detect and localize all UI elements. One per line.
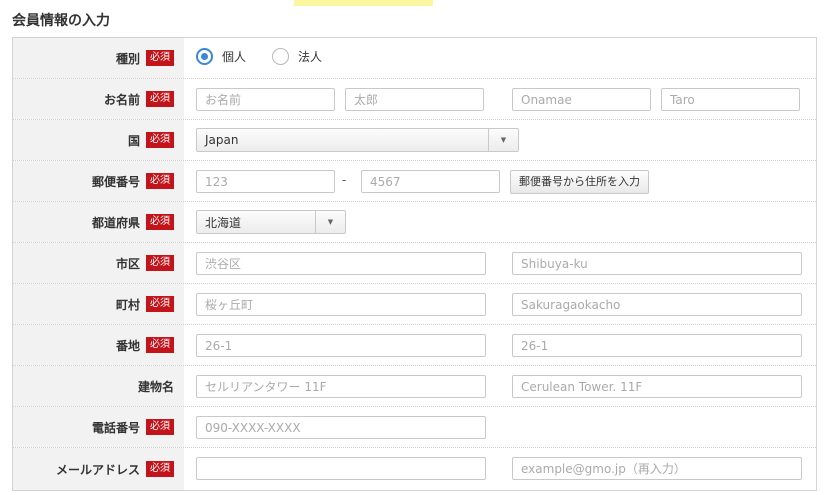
row-label: 市区 必須: [13, 243, 184, 283]
row-fields: [184, 366, 816, 406]
row-member-type: 種別 必須 個人 法人: [13, 38, 816, 79]
email-confirm-input[interactable]: [512, 457, 802, 480]
row-country: 国 必須 Japan ▼: [13, 120, 816, 161]
label-text: 国: [127, 133, 140, 148]
row-label: 国 必須: [13, 120, 184, 160]
required-badge: 必須: [146, 91, 174, 107]
label-text: 番地: [115, 338, 140, 353]
postal-code-part2-input[interactable]: [361, 170, 500, 193]
label-text: 郵便番号: [91, 174, 140, 189]
city-input[interactable]: [196, 252, 486, 275]
street-input[interactable]: [196, 334, 486, 357]
row-name: お名前 必須: [13, 79, 816, 120]
chevron-down-icon[interactable]: ▼: [315, 211, 345, 233]
last-name-roman-input[interactable]: [512, 88, 651, 111]
phone-input[interactable]: [196, 416, 486, 439]
town-input[interactable]: [196, 293, 486, 316]
label-text: 市区: [115, 256, 140, 271]
row-label: 電話番号 必須: [13, 407, 184, 447]
row-prefecture: 都道府県 必須 北海道 ▼: [13, 202, 816, 243]
postal-code-part1-input[interactable]: [196, 170, 335, 193]
row-label: メールアドレス 必須: [13, 448, 184, 490]
building-roman-input[interactable]: [512, 375, 802, 398]
row-postal-code: 郵便番号 必須 - 郵便番号から住所を入力: [13, 161, 816, 202]
required-badge: 必須: [146, 50, 174, 66]
first-name-roman-input[interactable]: [661, 88, 800, 111]
radio-label: 法人: [298, 50, 323, 64]
row-fields: - 郵便番号から住所を入力: [184, 161, 816, 201]
address-lookup-button[interactable]: 郵便番号から住所を入力: [510, 170, 649, 194]
row-street: 番地 必須: [13, 325, 816, 366]
label-text: 種別: [115, 51, 140, 66]
label-text: 建物名: [137, 379, 174, 394]
required-badge: 必須: [146, 132, 174, 148]
country-select[interactable]: Japan ▼: [196, 128, 519, 152]
row-email: メールアドレス 必須: [13, 448, 816, 490]
chevron-down-icon[interactable]: ▼: [488, 129, 518, 151]
required-badge: 必須: [146, 173, 174, 189]
radio-button[interactable]: [272, 48, 289, 65]
street-roman-input[interactable]: [512, 334, 802, 357]
row-fields: [184, 79, 816, 119]
postal-separator: -: [342, 173, 347, 187]
top-highlight-bar: [294, 0, 433, 6]
row-label: 建物名: [13, 366, 184, 406]
row-fields: [184, 325, 816, 365]
row-fields: 個人 法人: [184, 38, 816, 78]
row-fields: [184, 243, 816, 283]
page-title: 会員情報の入力: [12, 13, 110, 29]
row-label: お名前 必須: [13, 79, 184, 119]
row-building: 建物名: [13, 366, 816, 407]
required-badge: 必須: [146, 255, 174, 271]
row-label: 番地 必須: [13, 325, 184, 365]
prefecture-selected-value: 北海道: [205, 215, 242, 230]
country-selected-value: Japan: [205, 133, 239, 147]
row-fields: Japan ▼: [184, 120, 816, 160]
prefecture-select[interactable]: 北海道 ▼: [196, 210, 346, 234]
required-badge: 必須: [146, 296, 174, 312]
city-roman-input[interactable]: [512, 252, 802, 275]
row-phone: 電話番号 必須: [13, 407, 816, 448]
radio-corporation[interactable]: 法人: [272, 48, 322, 65]
label-text: 都道府県: [91, 215, 140, 230]
row-label: 都道府県 必須: [13, 202, 184, 242]
last-name-input[interactable]: [196, 88, 335, 111]
row-fields: 北海道 ▼: [184, 202, 816, 242]
required-badge: 必須: [146, 419, 174, 435]
row-label: 種別 必須: [13, 38, 184, 78]
town-roman-input[interactable]: [512, 293, 802, 316]
row-fields: [184, 407, 816, 447]
email-input[interactable]: [196, 457, 486, 480]
required-badge: 必須: [146, 337, 174, 353]
member-info-form: 種別 必須 個人 法人 お名前 必須 国: [12, 37, 817, 491]
row-fields: [184, 284, 816, 324]
required-badge: 必須: [146, 461, 174, 477]
label-text: 町村: [115, 297, 140, 312]
overlay-patch: [251, 449, 295, 455]
radio-button-checked[interactable]: [196, 48, 213, 65]
required-badge: 必須: [146, 214, 174, 230]
row-town: 町村 必須: [13, 284, 816, 325]
row-label: 町村 必須: [13, 284, 184, 324]
radio-label: 個人: [222, 50, 247, 64]
radio-individual[interactable]: 個人: [196, 48, 246, 65]
label-text: 電話番号: [91, 420, 140, 435]
label-text: メールアドレス: [55, 462, 140, 477]
building-input[interactable]: [196, 375, 486, 398]
label-text: お名前: [103, 92, 140, 107]
row-label: 郵便番号 必須: [13, 161, 184, 201]
first-name-input[interactable]: [345, 88, 484, 111]
row-city: 市区 必須: [13, 243, 816, 284]
